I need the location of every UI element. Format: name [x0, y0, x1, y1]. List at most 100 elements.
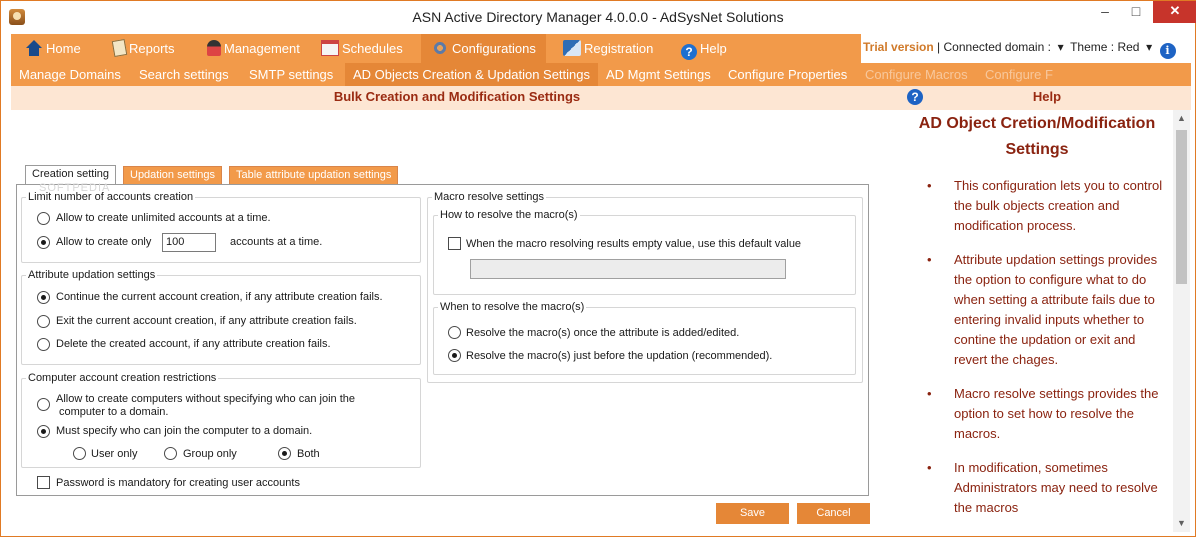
minimize-button[interactable]: – — [1090, 1, 1120, 23]
help-item: Attribute updation settings provides the… — [925, 250, 1171, 370]
home-icon — [25, 40, 43, 56]
subnav-ad-mgmt-settings[interactable]: AD Mgmt Settings — [606, 63, 711, 86]
limit-accounts-legend: Limit number of accounts creation — [28, 191, 194, 203]
nav-reports[interactable]: Reports — [111, 34, 175, 63]
subnav-ad-objects-creation[interactable]: AD Objects Creation & Updation Settings — [345, 63, 599, 86]
radio-must-specify[interactable] — [37, 425, 50, 438]
reports-icon — [111, 38, 128, 58]
save-button[interactable]: Save — [716, 503, 789, 524]
radio-resolve-before-updation[interactable] — [448, 349, 461, 362]
radio-unlimited-accounts[interactable] — [37, 212, 50, 225]
subnav-configure-macros[interactable]: Configure Macros — [865, 63, 968, 86]
help-item: Macro resolve settings provides the opti… — [925, 384, 1171, 444]
when-to-resolve-legend: When to resolve the macro(s) — [440, 301, 585, 313]
default-value-checkbox[interactable] — [448, 237, 461, 250]
resolve-on-edit-label: Resolve the macro(s) once the attribute … — [466, 327, 740, 339]
radio-limit-accounts[interactable] — [37, 236, 50, 249]
app-window: ASN Active Directory Manager 4.0.0.0 - A… — [0, 0, 1196, 537]
both-label: Both — [297, 448, 320, 460]
unlimited-accounts-label: Allow to create unlimited accounts at a … — [56, 212, 271, 224]
configurations-icon — [431, 40, 449, 56]
info-icon[interactable]: i — [1159, 43, 1176, 59]
registration-icon — [563, 40, 581, 56]
limit-suffix-label: accounts at a time. — [230, 236, 323, 248]
password-mandatory-label: Password is mandatory for creating user … — [56, 477, 300, 489]
scroll-up-icon[interactable]: ▲ — [1173, 110, 1190, 127]
sub-nav: Manage Domains Search settings SMTP sett… — [11, 63, 1191, 86]
radio-resolve-on-edit[interactable] — [448, 326, 461, 339]
maximize-button[interactable]: □ — [1121, 1, 1151, 23]
allow-without-specifying-label: Allow to create computers without specif… — [56, 393, 355, 405]
help-question-icon: ? — [907, 89, 923, 105]
nav-home-label: Home — [46, 41, 81, 56]
radio-allow-without-specifying[interactable] — [37, 398, 50, 411]
macro-resolve-legend: Macro resolve settings — [434, 191, 545, 203]
nav-configurations[interactable]: Configurations — [421, 34, 546, 63]
how-to-resolve-legend: How to resolve the macro(s) — [440, 209, 578, 221]
password-mandatory-checkbox[interactable] — [37, 476, 50, 489]
help-item: In modification, sometimes Administrator… — [925, 458, 1171, 518]
nav-registration-label: Registration — [584, 41, 654, 56]
close-icon: ✕ — [1169, 3, 1181, 18]
allow-without-specifying-label-2: computer to a domain. — [59, 406, 169, 418]
nav-configurations-label: Configurations — [452, 41, 536, 56]
help-icon: ? — [681, 44, 697, 60]
window-title: ASN Active Directory Manager 4.0.0.0 - A… — [412, 9, 784, 25]
limit-accounts-group: Limit number of accounts creation — [21, 191, 421, 263]
close-button[interactable]: ✕ — [1153, 1, 1196, 23]
management-icon — [207, 40, 221, 56]
radio-user-only[interactable] — [73, 447, 86, 460]
limit-accounts-label: Allow to create only — [56, 236, 152, 248]
subnav-configure-f[interactable]: Configure F — [985, 63, 1053, 86]
scrollbar-thumb[interactable] — [1176, 130, 1187, 284]
connected-domain-dropdown[interactable]: ▾ — [1054, 40, 1067, 54]
continue-creation-label: Continue the current account creation, i… — [56, 291, 383, 303]
exit-creation-label: Exit the current account creation, if an… — [56, 315, 357, 327]
how-to-resolve-group: How to resolve the macro(s) — [433, 209, 856, 295]
connected-domain-label: Connected domain : — [943, 40, 1051, 54]
theme-chevron-icon[interactable]: ▾ — [1143, 40, 1152, 54]
subnav-manage-domains[interactable]: Manage Domains — [19, 63, 121, 86]
cancel-button[interactable]: Cancel — [797, 503, 870, 524]
default-value-input[interactable] — [470, 259, 786, 279]
subnav-smtp-settings[interactable]: SMTP settings — [249, 63, 333, 86]
delete-account-label: Delete the created account, if any attri… — [56, 338, 331, 350]
help-item: This configuration lets you to control t… — [925, 176, 1171, 236]
nav-schedules[interactable]: Schedules — [321, 34, 403, 63]
subnav-search-settings[interactable]: Search settings — [139, 63, 229, 86]
user-only-label: User only — [91, 448, 138, 460]
help-header-label: Help — [1032, 89, 1062, 104]
radio-both[interactable] — [278, 447, 291, 460]
scroll-down-icon[interactable]: ▼ — [1173, 515, 1190, 532]
schedules-icon — [321, 40, 339, 56]
radio-exit-creation[interactable] — [37, 315, 50, 328]
group-only-label: Group only — [183, 448, 237, 460]
help-panel: ? Help AD Object Cretion/Modification Se… — [903, 86, 1191, 532]
trial-label: Trial version — [863, 40, 934, 54]
nav-help[interactable]: ? Help — [681, 34, 727, 63]
nav-management[interactable]: Management — [207, 34, 300, 63]
nav-help-label: Help — [700, 41, 727, 56]
nav-home[interactable]: Home — [25, 34, 81, 63]
status-separator: | — [937, 40, 941, 54]
resolve-before-updation-label: Resolve the macro(s) just before the upd… — [466, 350, 773, 362]
computer-restrictions-legend: Computer account creation restrictions — [28, 372, 217, 384]
must-specify-label: Must specify who can join the computer t… — [56, 425, 313, 437]
main-nav: Home Reports Management Schedules Config… — [11, 34, 1191, 63]
help-list: This configuration lets you to control t… — [925, 176, 1171, 532]
nav-reports-label: Reports — [129, 41, 175, 56]
help-scrollbar[interactable]: ▲ ▼ — [1173, 110, 1190, 532]
help-title: AD Object Cretion/Modification Settings — [918, 115, 1156, 158]
nav-management-label: Management — [224, 41, 300, 56]
subnav-configure-properties[interactable]: Configure Properties — [728, 63, 847, 86]
title-bar: ASN Active Directory Manager 4.0.0.0 - A… — [1, 1, 1196, 33]
theme-dropdown[interactable]: Theme : Red — [1070, 40, 1139, 54]
radio-delete-account[interactable] — [37, 338, 50, 351]
tab-table-attribute-updation[interactable]: Table attribute updation settings — [229, 166, 399, 185]
tab-updation-settings[interactable]: Updation settings — [123, 166, 222, 185]
account-limit-input[interactable]: 100 — [162, 233, 216, 252]
radio-group-only[interactable] — [164, 447, 177, 460]
nav-registration[interactable]: Registration — [563, 34, 653, 63]
radio-continue-creation[interactable] — [37, 291, 50, 304]
section-title: Bulk Creation and Modification Settings — [11, 86, 903, 110]
